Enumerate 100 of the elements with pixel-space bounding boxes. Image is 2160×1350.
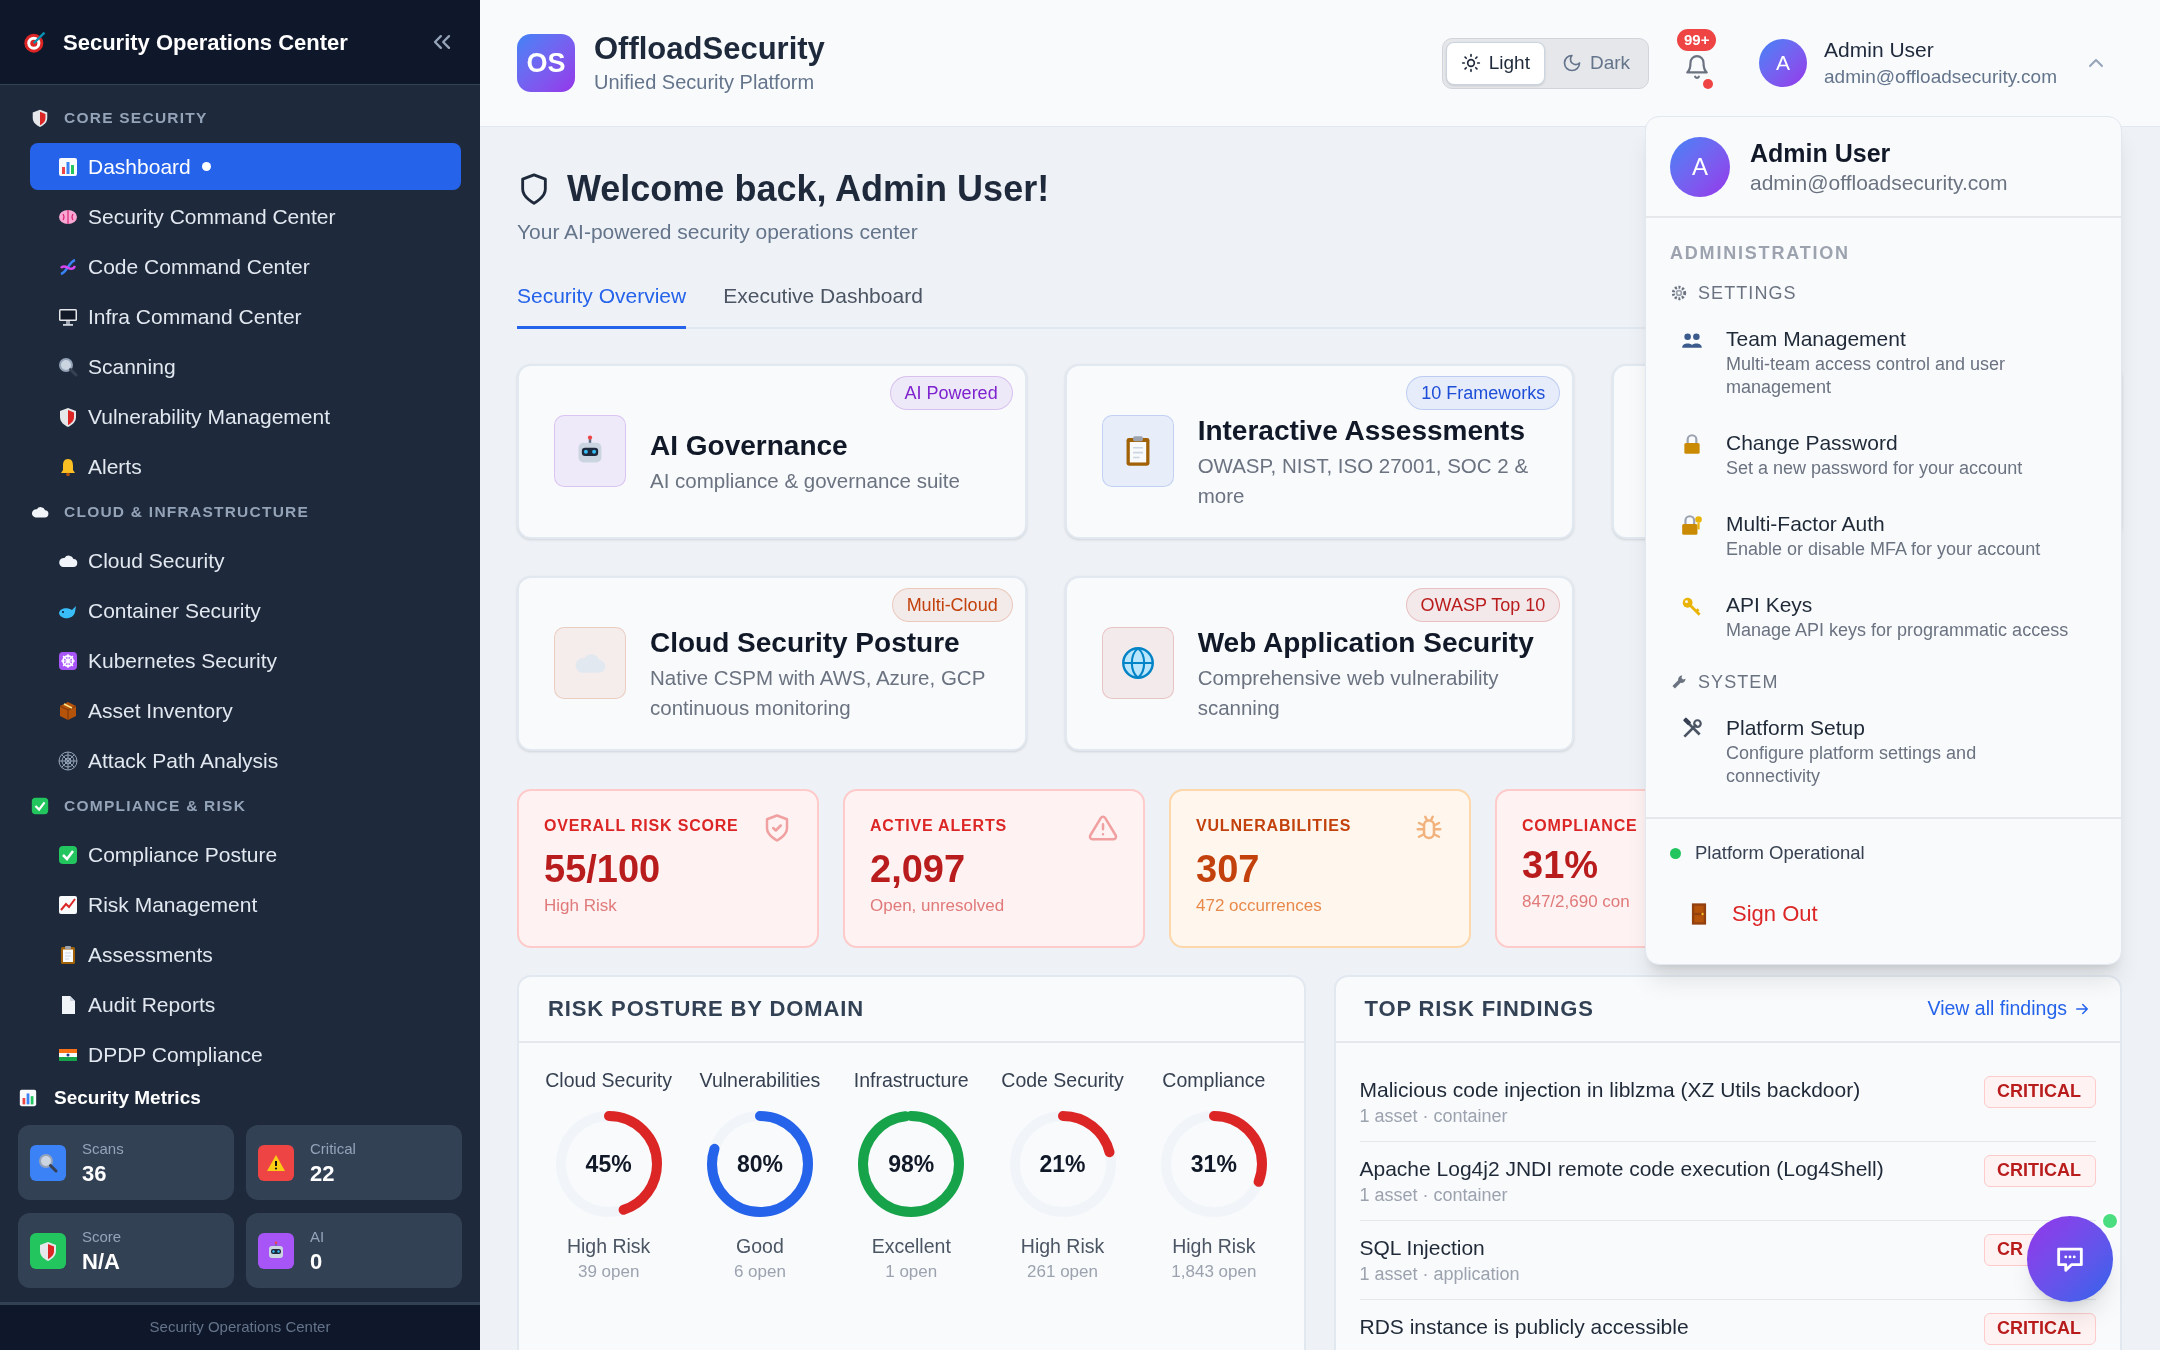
section-heading: CORE SECURITY (64, 108, 208, 129)
menu-item[interactable]: API Keys Manage API keys for programmatic access (1646, 576, 2121, 657)
sun-icon (1460, 53, 1481, 73)
user-name: Admin User (1750, 137, 1892, 169)
open-count: 6 open (733, 1260, 786, 1283)
brand-name: OffloadSecurity (594, 30, 826, 68)
sidebar-item[interactable]: Code Command Center (30, 243, 461, 290)
metric-value: 307 (1196, 846, 1260, 891)
shield-icon (57, 405, 79, 428)
metric-label: Scans (82, 1140, 124, 1156)
logo: OS (517, 34, 575, 92)
sidebar-item[interactable]: Vulnerability Management (30, 393, 461, 440)
sidebar-item[interactable]: Container Security (30, 587, 461, 634)
package-icon (57, 699, 79, 722)
metric-subtitle: 847/2,690 con (1522, 890, 1630, 913)
card-badge: Multi-Cloud (891, 587, 1013, 622)
open-count: 261 open (1027, 1260, 1098, 1283)
gear-icon (1670, 284, 1688, 302)
sidebar-item[interactable]: Risk Management (30, 881, 461, 928)
metric-subtitle: High Risk (544, 894, 617, 917)
percent-label: 45% (585, 1149, 632, 1178)
sidebar-item[interactable]: Compliance Posture (30, 831, 461, 878)
tab[interactable]: Executive Dashboard (723, 266, 923, 329)
target-icon (22, 29, 48, 55)
card-description: Comprehensive web vulnerability scanning (1197, 665, 1500, 721)
user-avatar: A (1670, 136, 1730, 197)
user-avatar: A (1759, 39, 1808, 87)
metric-value: 31% (1522, 842, 1599, 887)
finding-title: Malicious code injection in liblzma (XZ Utils backdoor) (1359, 1076, 1861, 1103)
panel-title: RISK POSTURE BY DOMAIN (548, 995, 864, 1023)
finding-title: RDS instance is publicly accessible (1359, 1313, 1689, 1340)
domain-name: Cloud Security (545, 1067, 673, 1093)
sidebar-item[interactable]: Assessments (30, 931, 461, 978)
section-heading: COMPLIANCE & RISK (64, 796, 247, 817)
magnifier-icon (57, 355, 79, 378)
card-badge: OWASP Top 10 (1405, 587, 1561, 622)
card-badge: 10 Frameworks (1406, 375, 1561, 410)
checkbox-icon (57, 843, 79, 866)
menu-item[interactable]: Multi-Factor Auth Enable or disable MFA for your account (1646, 495, 2121, 576)
domain-name: Code Security (1001, 1067, 1124, 1093)
sidebar-item[interactable]: Attack Path Analysis (30, 737, 461, 784)
sidebar-item[interactable]: Scanning (30, 343, 461, 390)
finding-title: Apache Log4j2 JNDI remote code execution (Log4Shell) (1359, 1155, 1884, 1182)
card-description: AI compliance & governance suite (650, 468, 960, 494)
menu-heading: ADMINISTRATION (1670, 241, 1850, 265)
sidebar-item[interactable]: Audit Reports (30, 981, 461, 1028)
trend-chart-icon (57, 893, 79, 916)
sidebar-item[interactable]: Kubernetes Security (30, 637, 461, 684)
sidebar-item[interactable]: Security Command Center (30, 193, 461, 240)
sidebar-item[interactable]: Cloud Security (30, 537, 461, 584)
user-menu-button[interactable]: A Admin User admin@offloadsecurity.com (1759, 36, 2108, 90)
finding-meta: 1 asset · container (1359, 1183, 1509, 1207)
domain-name: Vulnerabilities (699, 1067, 821, 1093)
metric-subtitle: Open, unresolved (870, 894, 1005, 917)
sidebar-item[interactable]: Alerts (30, 443, 461, 490)
status-label: High Risk (566, 1233, 651, 1259)
domain-name: Compliance (1162, 1067, 1266, 1093)
metric-value: 0 (310, 1250, 324, 1273)
card-description: Native CSPM with AWS, Azure, GCP continuous monitoring (650, 665, 986, 721)
metric-title: ACTIVE ALERTS (870, 815, 1007, 836)
card-title: Cloud Security Posture (650, 626, 961, 660)
status-label: Excellent (871, 1233, 951, 1259)
status-label: High Risk (1172, 1233, 1256, 1259)
theme-option[interactable]: Light (1445, 41, 1545, 85)
helm-wheel-icon (57, 649, 79, 672)
percent-label: 31% (1190, 1149, 1237, 1178)
sidebar-item[interactable]: Dashboard (30, 143, 461, 190)
finding-title: SQL Injection (1359, 1234, 1486, 1261)
theme-option[interactable]: Dark (1546, 41, 1646, 85)
status-label: Good (736, 1233, 784, 1259)
metric-value: 36 (82, 1162, 108, 1185)
group-heading: SYSTEM (1698, 670, 1779, 694)
tab[interactable]: Security Overview (517, 266, 687, 329)
sign-out-button[interactable]: Sign Out (1686, 897, 1818, 930)
metric-subtitle: 472 occurrences (1196, 894, 1322, 917)
card-description: OWASP, NIST, ISO 27001, SOC 2 & more (1197, 453, 1530, 509)
moon-icon (1561, 53, 1582, 73)
sidebar-item[interactable]: Asset Inventory (30, 687, 461, 734)
menu-item[interactable]: Team Management Multi-team access control and user management (1646, 310, 2121, 414)
metric-title: VULNERABILITIES (1196, 815, 1352, 836)
bell-icon (1684, 54, 1711, 80)
bar-chart-icon (18, 1088, 38, 1108)
metric-label: AI (310, 1228, 325, 1244)
shield-icon (30, 108, 50, 128)
finding-meta: 1 asset · application (1359, 1262, 1520, 1286)
percent-label: 98% (888, 1149, 935, 1178)
menu-item[interactable]: Change Password Set a new password for your account (1646, 414, 2121, 495)
globe-icon (1119, 645, 1156, 681)
user-name: Admin User (1824, 37, 1935, 63)
metric-value: N/A (82, 1250, 121, 1273)
finding-meta: 1 asset · container (1359, 1104, 1509, 1128)
sidebar-item[interactable]: DPDP Compliance (30, 1031, 461, 1077)
sidebar-item[interactable]: Infra Command Center (30, 293, 461, 340)
open-count: 39 open (577, 1260, 640, 1283)
panel-title: TOP RISK FINDINGS (1364, 995, 1594, 1023)
status-text: Platform Operational (1695, 841, 1865, 866)
view-all-link[interactable]: View all findings (1927, 993, 2091, 1024)
menu-item[interactable]: Platform Setup Configure platform settings and connectivity (1646, 699, 2121, 803)
metric-value: 55/100 (544, 846, 661, 891)
card-title: AI Governance (650, 429, 849, 463)
